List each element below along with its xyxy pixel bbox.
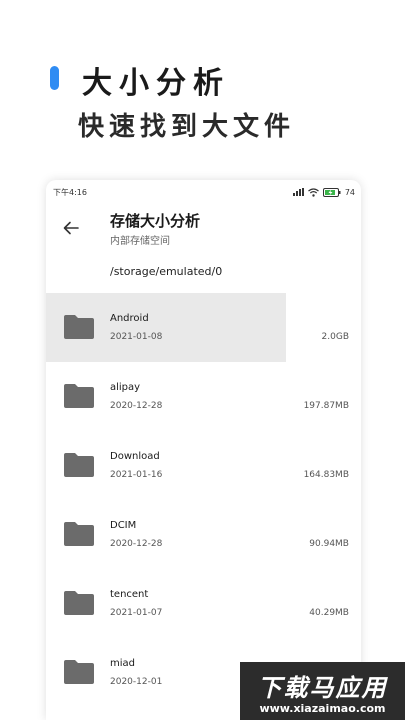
- folder-list: Android 2021-01-08 2.0GB alipay 2020-12-…: [46, 293, 361, 707]
- status-icons: 74: [292, 186, 355, 198]
- battery-percentage: 74: [344, 187, 355, 197]
- folder-icon: [64, 660, 94, 684]
- folder-icon: [64, 315, 94, 339]
- watermark-url: www.xiazaimao.com: [259, 702, 386, 715]
- folder-name: Android: [110, 313, 149, 324]
- folder-size: 197.87MB: [303, 401, 349, 411]
- folder-icon: [64, 591, 94, 615]
- promo-subtitle: 快速找到大文件: [78, 112, 296, 142]
- back-button[interactable]: [60, 217, 82, 239]
- folder-date: 2021-01-07: [110, 608, 163, 618]
- folder-date: 2021-01-16: [110, 470, 163, 480]
- watermark-title: 下载马应用: [257, 674, 388, 702]
- folder-date: 2020-12-28: [110, 539, 163, 549]
- back-arrow-icon: [63, 221, 79, 235]
- folder-icon: [64, 522, 94, 546]
- folder-date: 2021-01-08: [110, 332, 163, 342]
- status-bar: 下午4:16 74: [46, 180, 361, 206]
- folder-name: alipay: [110, 382, 141, 393]
- folder-date: 2020-12-01: [110, 677, 163, 687]
- folder-name: tencent: [110, 589, 149, 600]
- page-title: 存储大小分析: [110, 212, 201, 230]
- folder-size: 2.0GB: [321, 332, 349, 342]
- folder-row-tencent[interactable]: tencent 2021-01-07 40.29MB: [46, 569, 361, 638]
- wifi-icon: [307, 187, 319, 197]
- folder-size: 90.94MB: [309, 539, 349, 549]
- folder-row-dcim[interactable]: DCIM 2020-12-28 90.94MB: [46, 500, 361, 569]
- battery-charging-icon: [322, 187, 341, 197]
- current-path: /storage/emulated/0: [110, 265, 223, 278]
- folder-icon: [64, 384, 94, 408]
- folder-size: 164.83MB: [303, 470, 349, 480]
- folder-icon: [64, 453, 94, 477]
- folder-name: miad: [110, 658, 135, 669]
- folder-date: 2020-12-28: [110, 401, 163, 411]
- folder-row-download[interactable]: Download 2021-01-16 164.83MB: [46, 431, 361, 500]
- promo-title: 大小分析: [82, 66, 230, 101]
- page-subtitle: 内部存储空间: [110, 236, 170, 247]
- promo-accent-bar: [50, 66, 59, 90]
- folder-name: DCIM: [110, 520, 137, 531]
- folder-row-android[interactable]: Android 2021-01-08 2.0GB: [46, 293, 349, 362]
- folder-row-alipay[interactable]: alipay 2020-12-28 197.87MB: [46, 362, 361, 431]
- signal-icon: [292, 188, 304, 196]
- watermark-logo: 下载马应用 www.xiazaimao.com: [240, 662, 405, 720]
- phone-screen: 下午4:16 74 存储大小分析 内部存储空间 /storage/emulate…: [46, 180, 361, 720]
- status-time: 下午4:16: [53, 188, 87, 197]
- folder-name: Download: [110, 451, 160, 462]
- folder-size: 40.29MB: [309, 608, 349, 618]
